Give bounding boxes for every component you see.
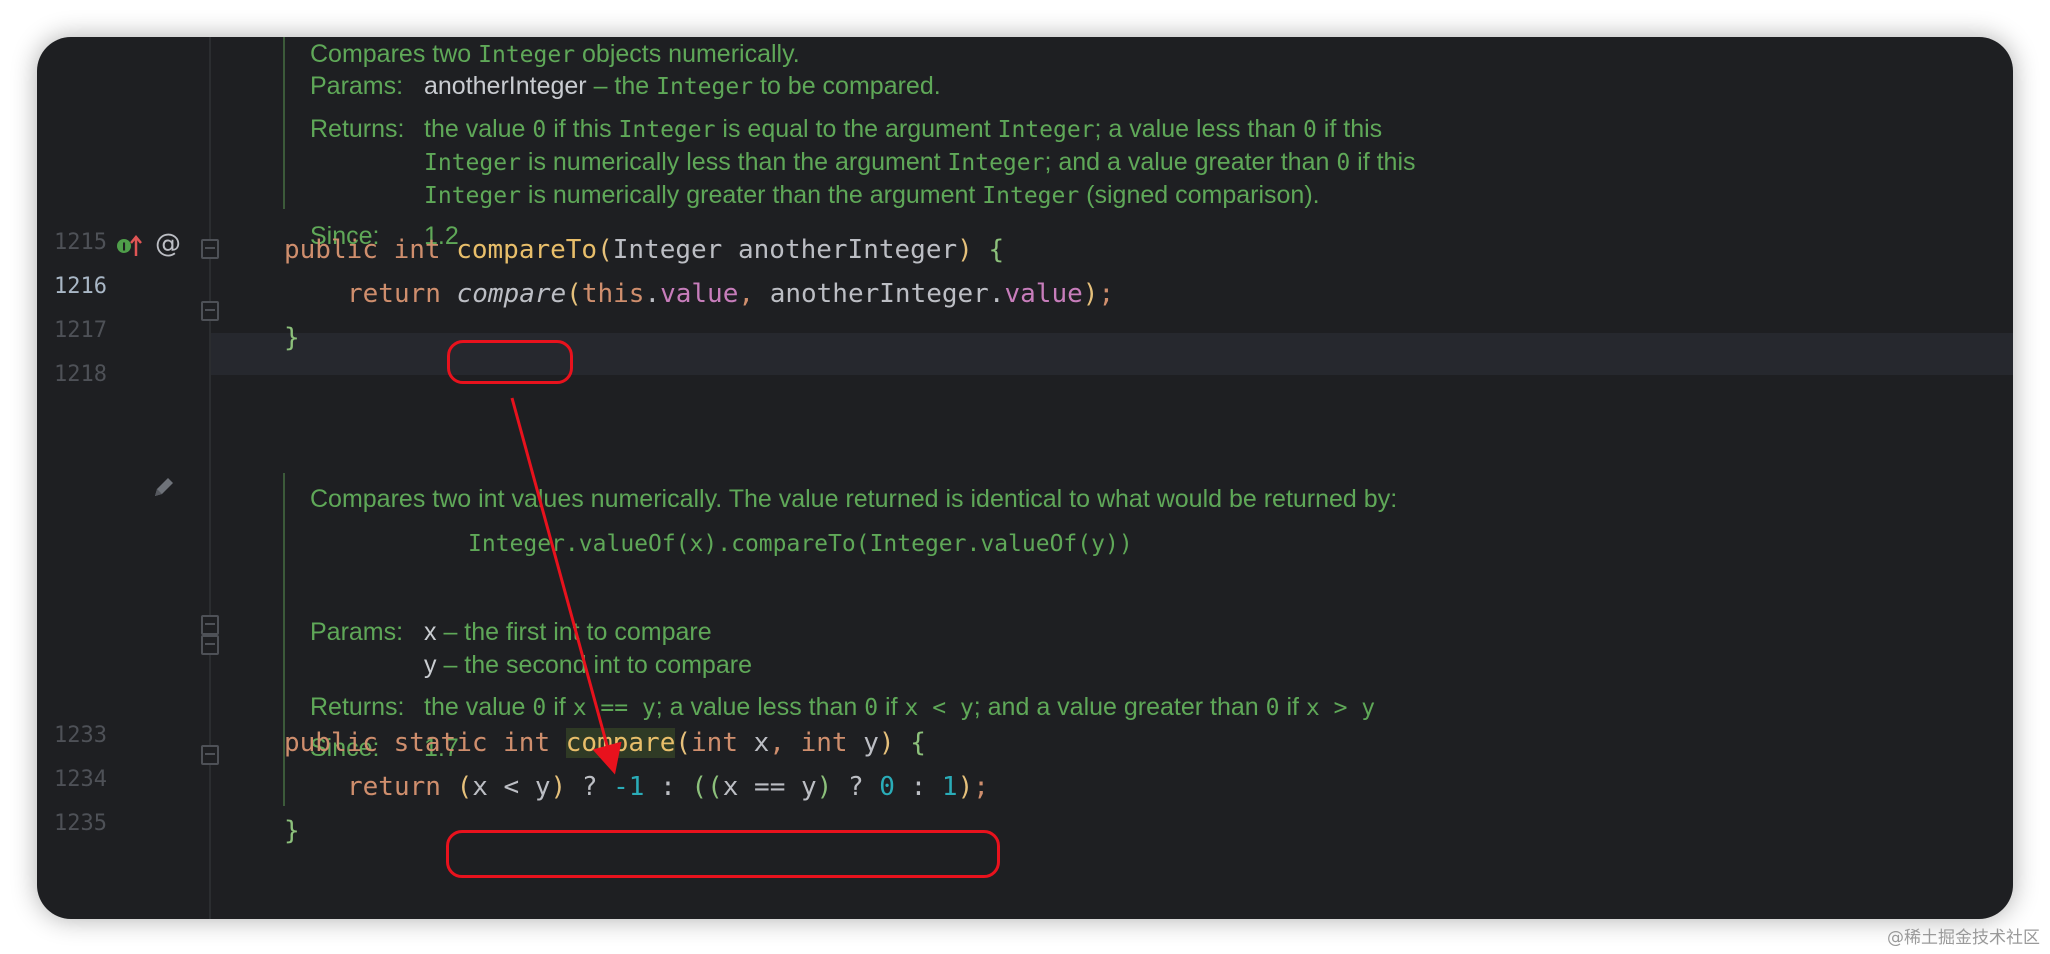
watermark: @稀土掘金技术社区 (1887, 928, 2040, 948)
annotation-arrow-icon (510, 397, 622, 775)
